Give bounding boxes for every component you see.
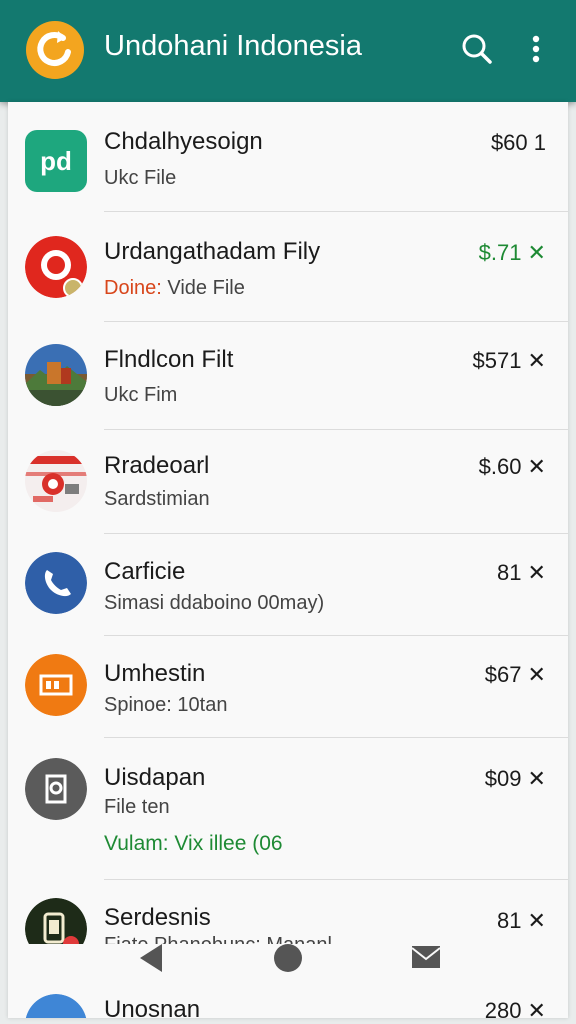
search-icon	[462, 34, 492, 64]
item-subtitle: File ten	[104, 796, 170, 818]
app-bar: Undohani Indonesia	[0, 0, 576, 102]
search-button[interactable]	[456, 28, 498, 70]
file-list: pd Chdalhyesoign Ukc File $60 1 Urdangat…	[8, 102, 568, 1018]
tag-icon	[25, 758, 87, 820]
status-label: Doine:	[104, 277, 162, 299]
blue-app-icon	[25, 994, 87, 1018]
list-item[interactable]: Unosnan 280 ✕	[8, 988, 568, 1018]
item-title: Carficie	[104, 558, 186, 585]
item-subtitle: Ukc File	[104, 167, 177, 189]
item-price: 81 ✕	[496, 560, 546, 585]
item-title: Rradeoarl	[104, 452, 210, 479]
system-nav-bar	[8, 944, 568, 988]
mail-icon	[411, 946, 441, 968]
item-price: 280 ✕	[484, 998, 546, 1018]
more-vert-icon	[532, 35, 540, 63]
list-item[interactable]: Carficie Simasi ddaboino 00may) 81 ✕	[8, 534, 568, 636]
mail-button[interactable]	[410, 944, 450, 984]
item-title: Serdesnis	[104, 904, 211, 931]
item-title: Unosnan	[104, 996, 201, 1018]
item-subtitle: Ukc Fim	[104, 384, 178, 406]
item-title: Urdangathadam Fily	[104, 238, 321, 265]
app-logo-icon[interactable]	[26, 21, 84, 79]
back-triangle-icon	[140, 944, 162, 972]
list-item[interactable]: Urdangathadam Fily Doine: Vide File $.71…	[8, 212, 568, 322]
list-item[interactable]: Uisdapan File ten Vulam: Vix illee (06 $…	[8, 738, 568, 880]
item-title: Flndlcon Filt	[104, 346, 234, 373]
red-ring-app-icon	[25, 236, 87, 298]
item-price: $60 1	[490, 130, 546, 155]
landscape-photo-icon	[25, 344, 87, 406]
item-subtitle: Doine: Vide File	[104, 277, 245, 300]
pd-app-icon: pd	[25, 130, 87, 192]
store-banner-icon	[25, 450, 87, 512]
item-price: $09 ✕	[484, 766, 546, 791]
item-title: Umhestin	[104, 660, 206, 687]
list-item[interactable]: Flndlcon Filt Ukc Fim $571 ✕	[8, 322, 568, 430]
home-circle-icon	[274, 944, 302, 972]
item-subtitle-text: Vide File	[167, 277, 245, 299]
phone-icon	[25, 552, 87, 614]
app-title: Undohani Indonesia	[104, 30, 362, 62]
item-price: 81 ✕	[496, 908, 546, 933]
svg-text:pd: pd	[40, 146, 72, 176]
item-price: $.71 ✕	[478, 240, 546, 265]
slides-icon	[25, 654, 87, 716]
item-price: $67 ✕	[484, 662, 546, 687]
item-status-line: Vulam: Vix illee (06	[104, 832, 283, 855]
back-button[interactable]	[134, 944, 174, 984]
item-title: Uisdapan	[104, 764, 206, 791]
item-subtitle: Spinoe: 10tan	[104, 694, 228, 716]
list-item[interactable]: pd Chdalhyesoign Ukc File $60 1	[8, 102, 568, 212]
item-subtitle: Simasi ddaboino 00may)	[104, 592, 325, 614]
item-subtitle: Sardstimian	[104, 488, 210, 510]
list-item[interactable]: Rradeoarl Sardstimian $.60 ✕	[8, 430, 568, 534]
item-price: $.60 ✕	[478, 454, 546, 479]
list-item[interactable]: Umhestin Spinoe: 10tan $67 ✕	[8, 636, 568, 738]
more-options-button[interactable]	[518, 28, 554, 70]
item-title: Chdalhyesoign	[104, 128, 263, 155]
home-button[interactable]	[272, 944, 312, 984]
item-price: $571 ✕	[472, 348, 547, 373]
